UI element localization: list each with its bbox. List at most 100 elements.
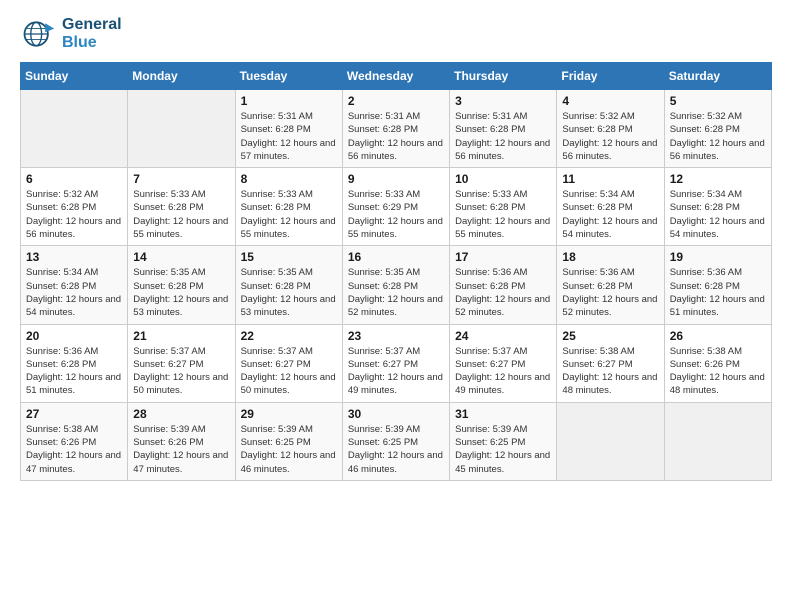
day-number: 18 xyxy=(562,250,658,264)
day-number: 6 xyxy=(26,172,122,186)
header-sunday: Sunday xyxy=(21,63,128,90)
calendar-cell: 11 Sunrise: 5:34 AM Sunset: 6:28 PM Dayli… xyxy=(557,168,664,246)
day-info: Sunrise: 5:36 AM Sunset: 6:28 PM Dayligh… xyxy=(26,345,122,398)
day-info: Sunrise: 5:31 AM Sunset: 6:28 PM Dayligh… xyxy=(241,110,337,163)
day-number: 28 xyxy=(133,407,229,421)
day-number: 13 xyxy=(26,250,122,264)
day-number: 30 xyxy=(348,407,444,421)
calendar-cell: 15 Sunrise: 5:35 AM Sunset: 6:28 PM Dayli… xyxy=(235,246,342,324)
day-info: Sunrise: 5:32 AM Sunset: 6:28 PM Dayligh… xyxy=(26,188,122,241)
calendar-cell: 14Sunrise: 5:35 AM Sunset: 6:28 PM Dayli… xyxy=(128,246,235,324)
day-info: Sunrise: 5:31 AM Sunset: 6:28 PM Dayligh… xyxy=(348,110,444,163)
calendar-cell: 21 Sunrise: 5:37 AM Sunset: 6:27 PM Dayli… xyxy=(128,324,235,402)
day-info: Sunrise: 5:32 AM Sunset: 6:28 PM Dayligh… xyxy=(562,110,658,163)
calendar-cell: 12 Sunrise: 5:34 AM Sunset: 6:28 PM Dayli… xyxy=(664,168,771,246)
logo-text: General Blue xyxy=(62,16,122,52)
day-number: 21 xyxy=(133,329,229,343)
calendar-cell: 25Sunrise: 5:38 AM Sunset: 6:27 PM Dayli… xyxy=(557,324,664,402)
calendar-cell: 28 Sunrise: 5:39 AM Sunset: 6:26 PM Dayli… xyxy=(128,402,235,480)
day-info: Sunrise: 5:33 AM Sunset: 6:29 PM Dayligh… xyxy=(348,188,444,241)
header-friday: Friday xyxy=(557,63,664,90)
calendar-week-row: 20 Sunrise: 5:36 AM Sunset: 6:28 PM Dayli… xyxy=(21,324,772,402)
day-number: 12 xyxy=(670,172,766,186)
day-info: Sunrise: 5:36 AM Sunset: 6:28 PM Dayligh… xyxy=(670,266,766,319)
day-number: 5 xyxy=(670,94,766,108)
day-info: Sunrise: 5:39 AM Sunset: 6:25 PM Dayligh… xyxy=(455,423,551,476)
page-header: General Blue xyxy=(20,16,772,52)
day-info: Sunrise: 5:36 AM Sunset: 6:28 PM Dayligh… xyxy=(562,266,658,319)
calendar-cell: 20 Sunrise: 5:36 AM Sunset: 6:28 PM Dayli… xyxy=(21,324,128,402)
day-number: 29 xyxy=(241,407,337,421)
day-number: 31 xyxy=(455,407,551,421)
logo: General Blue xyxy=(20,16,122,52)
calendar-cell: 2 Sunrise: 5:31 AM Sunset: 6:28 PM Daylig… xyxy=(342,90,449,168)
calendar-cell: 5 Sunrise: 5:32 AM Sunset: 6:28 PM Daylig… xyxy=(664,90,771,168)
calendar-week-row: 13 Sunrise: 5:34 AM Sunset: 6:28 PM Dayli… xyxy=(21,246,772,324)
header-thursday: Thursday xyxy=(450,63,557,90)
calendar-week-row: 27Sunrise: 5:38 AM Sunset: 6:26 PM Dayli… xyxy=(21,402,772,480)
calendar-cell: 24 Sunrise: 5:37 AM Sunset: 6:27 PM Dayli… xyxy=(450,324,557,402)
day-info: Sunrise: 5:37 AM Sunset: 6:27 PM Dayligh… xyxy=(348,345,444,398)
day-number: 10 xyxy=(455,172,551,186)
day-info: Sunrise: 5:31 AM Sunset: 6:28 PM Dayligh… xyxy=(455,110,551,163)
day-number: 3 xyxy=(455,94,551,108)
day-number: 17 xyxy=(455,250,551,264)
day-number: 20 xyxy=(26,329,122,343)
day-info: Sunrise: 5:38 AM Sunset: 6:26 PM Dayligh… xyxy=(26,423,122,476)
day-number: 26 xyxy=(670,329,766,343)
day-info: Sunrise: 5:39 AM Sunset: 6:26 PM Dayligh… xyxy=(133,423,229,476)
day-info: Sunrise: 5:34 AM Sunset: 6:28 PM Dayligh… xyxy=(670,188,766,241)
day-number: 11 xyxy=(562,172,658,186)
day-number: 2 xyxy=(348,94,444,108)
calendar-cell: 9 Sunrise: 5:33 AM Sunset: 6:29 PM Daylig… xyxy=(342,168,449,246)
day-number: 4 xyxy=(562,94,658,108)
calendar-cell: 30Sunrise: 5:39 AM Sunset: 6:25 PM Dayli… xyxy=(342,402,449,480)
header-tuesday: Tuesday xyxy=(235,63,342,90)
day-number: 24 xyxy=(455,329,551,343)
calendar-week-row: 6 Sunrise: 5:32 AM Sunset: 6:28 PM Daylig… xyxy=(21,168,772,246)
day-info: Sunrise: 5:37 AM Sunset: 6:27 PM Dayligh… xyxy=(133,345,229,398)
calendar-cell: 27Sunrise: 5:38 AM Sunset: 6:26 PM Dayli… xyxy=(21,402,128,480)
calendar-cell: 23 Sunrise: 5:37 AM Sunset: 6:27 PM Dayli… xyxy=(342,324,449,402)
day-number: 8 xyxy=(241,172,337,186)
day-number: 15 xyxy=(241,250,337,264)
day-number: 9 xyxy=(348,172,444,186)
day-number: 7 xyxy=(133,172,229,186)
day-info: Sunrise: 5:36 AM Sunset: 6:28 PM Dayligh… xyxy=(455,266,551,319)
day-info: Sunrise: 5:33 AM Sunset: 6:28 PM Dayligh… xyxy=(455,188,551,241)
day-info: Sunrise: 5:32 AM Sunset: 6:28 PM Dayligh… xyxy=(670,110,766,163)
logo-icon xyxy=(20,16,56,52)
calendar-cell: 19 Sunrise: 5:36 AM Sunset: 6:28 PM Dayli… xyxy=(664,246,771,324)
day-info: Sunrise: 5:33 AM Sunset: 6:28 PM Dayligh… xyxy=(241,188,337,241)
calendar-cell: 3 Sunrise: 5:31 AM Sunset: 6:28 PM Daylig… xyxy=(450,90,557,168)
day-info: Sunrise: 5:34 AM Sunset: 6:28 PM Dayligh… xyxy=(26,266,122,319)
calendar-cell: 8 Sunrise: 5:33 AM Sunset: 6:28 PM Daylig… xyxy=(235,168,342,246)
day-info: Sunrise: 5:33 AM Sunset: 6:28 PM Dayligh… xyxy=(133,188,229,241)
day-info: Sunrise: 5:35 AM Sunset: 6:28 PM Dayligh… xyxy=(241,266,337,319)
calendar-cell: 16Sunrise: 5:35 AM Sunset: 6:28 PM Dayli… xyxy=(342,246,449,324)
calendar-cell: 4 Sunrise: 5:32 AM Sunset: 6:28 PM Daylig… xyxy=(557,90,664,168)
day-info: Sunrise: 5:38 AM Sunset: 6:26 PM Dayligh… xyxy=(670,345,766,398)
calendar-cell xyxy=(557,402,664,480)
calendar-header-row: SundayMondayTuesdayWednesdayThursdayFrid… xyxy=(21,63,772,90)
day-number: 16 xyxy=(348,250,444,264)
calendar-cell: 1 Sunrise: 5:31 AM Sunset: 6:28 PM Daylig… xyxy=(235,90,342,168)
day-info: Sunrise: 5:39 AM Sunset: 6:25 PM Dayligh… xyxy=(241,423,337,476)
day-number: 19 xyxy=(670,250,766,264)
day-number: 1 xyxy=(241,94,337,108)
day-info: Sunrise: 5:37 AM Sunset: 6:27 PM Dayligh… xyxy=(241,345,337,398)
day-number: 23 xyxy=(348,329,444,343)
calendar-cell: 13 Sunrise: 5:34 AM Sunset: 6:28 PM Dayli… xyxy=(21,246,128,324)
day-number: 22 xyxy=(241,329,337,343)
calendar-cell: 31 Sunrise: 5:39 AM Sunset: 6:25 PM Dayli… xyxy=(450,402,557,480)
day-number: 25 xyxy=(562,329,658,343)
day-info: Sunrise: 5:37 AM Sunset: 6:27 PM Dayligh… xyxy=(455,345,551,398)
calendar-table: SundayMondayTuesdayWednesdayThursdayFrid… xyxy=(20,62,772,481)
header-saturday: Saturday xyxy=(664,63,771,90)
day-info: Sunrise: 5:34 AM Sunset: 6:28 PM Dayligh… xyxy=(562,188,658,241)
calendar-cell: 22 Sunrise: 5:37 AM Sunset: 6:27 PM Dayli… xyxy=(235,324,342,402)
calendar-cell xyxy=(128,90,235,168)
header-monday: Monday xyxy=(128,63,235,90)
calendar-cell: 10 Sunrise: 5:33 AM Sunset: 6:28 PM Dayli… xyxy=(450,168,557,246)
day-number: 14 xyxy=(133,250,229,264)
